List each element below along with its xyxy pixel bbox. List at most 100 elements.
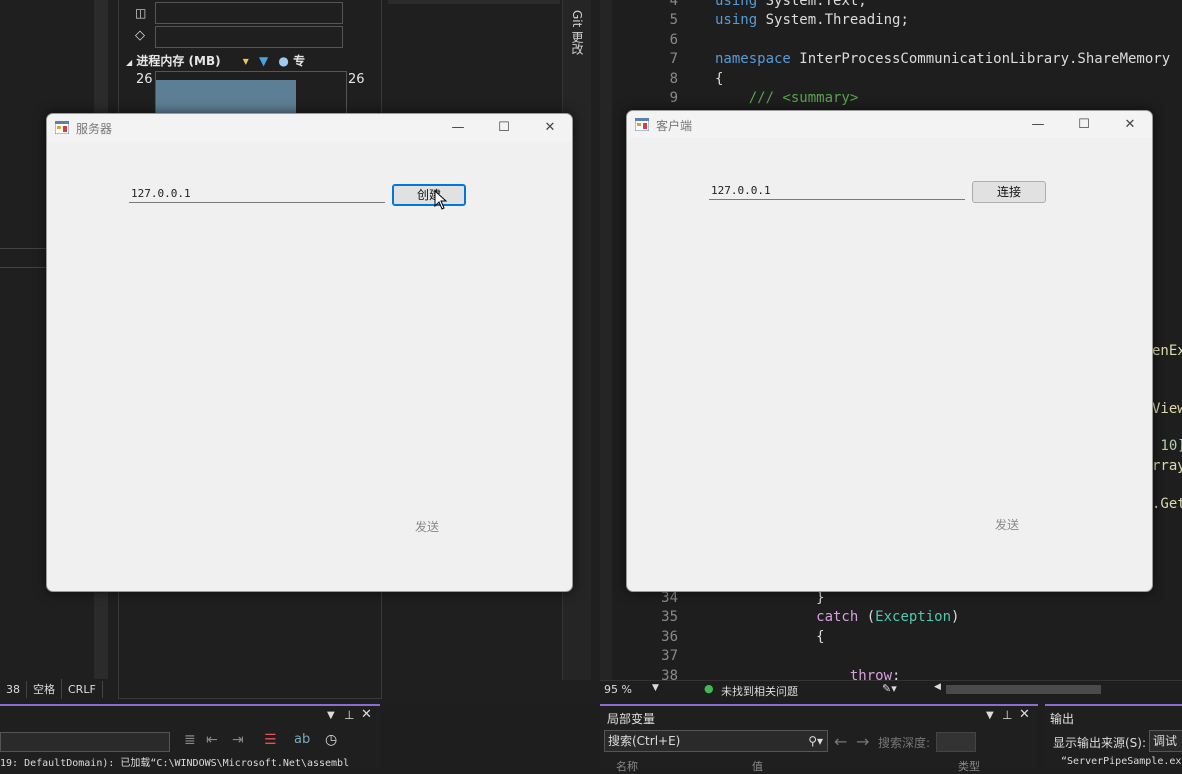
- column-value[interactable]: 值: [752, 758, 763, 774]
- client-send-button[interactable]: 发送: [995, 516, 1019, 533]
- code-token: /// <summary>: [715, 90, 859, 106]
- close-icon[interactable]: ✕: [361, 707, 372, 722]
- client-window-title: 客户端: [656, 119, 693, 133]
- line-number: 38: [0, 681, 27, 698]
- diamond-icon: ◇: [135, 28, 145, 43]
- code-line: catch (Exception): [715, 609, 959, 625]
- maximize-button[interactable]: ☐: [482, 116, 526, 140]
- line-number: 37: [661, 648, 678, 665]
- git-changes-label[interactable]: Git 更改: [569, 10, 586, 55]
- pin-icon[interactable]: ⊥: [1002, 708, 1012, 722]
- line-ending[interactable]: CRLF: [62, 681, 103, 698]
- pause-icon[interactable]: ◫: [135, 6, 146, 20]
- code-fragment: 10]: [1160, 438, 1182, 454]
- client-titlebar[interactable]: 客户端 — ☐ ✕: [627, 111, 1152, 139]
- cleanup-icon[interactable]: ✎▾: [882, 682, 897, 695]
- code-token: using: [715, 0, 758, 9]
- code-token: {: [715, 70, 724, 87]
- code-token: {: [715, 628, 825, 645]
- client-window: 客户端 — ☐ ✕ 连接 发送: [626, 110, 1153, 592]
- minimize-button[interactable]: —: [1016, 113, 1060, 137]
- collapse-icon[interactable]: ◢: [126, 58, 132, 67]
- minimize-button[interactable]: —: [436, 116, 480, 140]
- word-wrap-icon[interactable]: ab: [294, 732, 310, 747]
- code-fragment: enEx: [1152, 343, 1182, 359]
- memory-axis-right: 26: [348, 72, 365, 87]
- code-line: {: [715, 628, 825, 645]
- app-icon: [55, 121, 69, 134]
- output-panel-left: ▼ ⊥ ✕ ≣ ⇤ ⇥ ☰ ab ◷ 19: DefaultDomain): 已…: [0, 704, 380, 769]
- column-type[interactable]: 类型: [958, 758, 980, 774]
- locals-title: 局部变量: [607, 712, 656, 726]
- gc-marker-icon: ▾: [242, 54, 249, 68]
- line-number: 5: [669, 12, 678, 29]
- dropdown-icon[interactable]: ▼: [327, 710, 335, 721]
- private-bytes-icon: ●: [278, 54, 289, 68]
- code-line: {: [715, 71, 723, 87]
- search-icon[interactable]: ⚲▾: [808, 731, 823, 751]
- snapshot-marker-icon: ▼: [259, 54, 269, 68]
- close-button[interactable]: ✕: [528, 116, 572, 140]
- output-panel-right: 输出 显示输出来源(S): 调试 “ServerPipeSample.ex: [1045, 704, 1182, 768]
- status-bar-left: 38 空格 CRLF: [0, 679, 118, 699]
- align-icon[interactable]: ≣: [184, 732, 196, 748]
- server-titlebar[interactable]: 服务器 — ☐ ✕: [47, 114, 572, 142]
- server-send-button[interactable]: 发送: [415, 518, 439, 535]
- line-number: 36: [661, 628, 678, 645]
- output-source-label: 显示输出来源(S):: [1053, 736, 1147, 750]
- column-name[interactable]: 名称: [616, 758, 638, 774]
- scroll-left-icon[interactable]: ◀: [934, 682, 941, 692]
- back-arrow-icon[interactable]: ←: [834, 732, 847, 751]
- output-source-select[interactable]: 调试: [1149, 730, 1182, 752]
- line-number: 34: [661, 590, 678, 606]
- code-fragment: .Get: [1152, 496, 1182, 512]
- pin-icon[interactable]: ⊥: [344, 708, 354, 722]
- forward-arrow-icon[interactable]: →: [856, 732, 869, 751]
- code-line: /// <summary>: [715, 90, 859, 106]
- output-line: “ServerPipeSample.ex: [1061, 756, 1182, 767]
- server-address-input[interactable]: [129, 184, 385, 203]
- line-number: 35: [661, 609, 678, 626]
- issues-status[interactable]: 未找到相关问题: [721, 683, 798, 699]
- dropdown-icon[interactable]: ▼: [986, 710, 994, 721]
- close-button[interactable]: ✕: [1108, 113, 1152, 137]
- code-line: namespace InterProcessCommunicationLibra…: [715, 51, 1170, 67]
- output-text: 19: DefaultDomain): 已加载“C:\WINDOWS\Micro…: [0, 758, 350, 769]
- client-address-input[interactable]: [709, 181, 965, 200]
- clear-all-icon[interactable]: ☰: [264, 732, 277, 748]
- app-icon: [635, 118, 649, 131]
- code-token: Exception: [875, 609, 952, 626]
- code-token: catch: [715, 609, 859, 626]
- connect-button[interactable]: 连接: [972, 181, 1046, 203]
- editor-status-bar: 95 % ▼ ● 未找到相关问题 ✎▾ ◀: [600, 680, 1182, 699]
- line-number: 9: [669, 90, 678, 106]
- zoom-dropdown-icon[interactable]: ▼: [652, 683, 659, 693]
- code-token: System.Text;: [757, 0, 867, 9]
- line-number: 4: [669, 0, 678, 9]
- create-button[interactable]: 创建: [392, 184, 466, 206]
- events-timeline-row: [155, 26, 343, 48]
- horizontal-scrollbar[interactable]: [946, 685, 1101, 694]
- close-icon[interactable]: ✕: [1019, 707, 1030, 722]
- code-fragment: View: [1152, 401, 1182, 417]
- outdent-icon[interactable]: ⇤: [206, 732, 218, 748]
- search-placeholder: 搜索(Ctrl+E): [608, 734, 681, 748]
- output-source-dropdown[interactable]: [0, 732, 170, 752]
- zoom-level[interactable]: 95 %: [604, 683, 632, 696]
- editor-margin: [600, 0, 612, 680]
- locals-search-input[interactable]: 搜索(Ctrl+E) ⚲▾: [604, 730, 828, 752]
- memory-axis-left: 26: [136, 72, 153, 87]
- clock-icon[interactable]: ◷: [325, 732, 337, 748]
- maximize-button[interactable]: ☐: [1062, 113, 1106, 137]
- code-line: using System.Text;: [715, 0, 867, 9]
- indent-icon[interactable]: ⇥: [232, 732, 244, 748]
- search-depth-label: 搜索深度:: [878, 736, 931, 750]
- search-depth-dropdown[interactable]: [936, 732, 976, 752]
- indent-mode[interactable]: 空格: [27, 679, 62, 699]
- legend-text: 专: [293, 54, 306, 68]
- code-line: }: [715, 590, 824, 606]
- server-window: 服务器 — ☐ ✕ 创建 发送: [46, 113, 573, 592]
- line-number: 6: [669, 31, 678, 48]
- code-token: namespace: [715, 51, 791, 68]
- locals-panel: 局部变量 ▼ ⊥ ✕ 搜索(Ctrl+E) ⚲▾ ← → 搜索深度: 名称 值 …: [600, 704, 1038, 773]
